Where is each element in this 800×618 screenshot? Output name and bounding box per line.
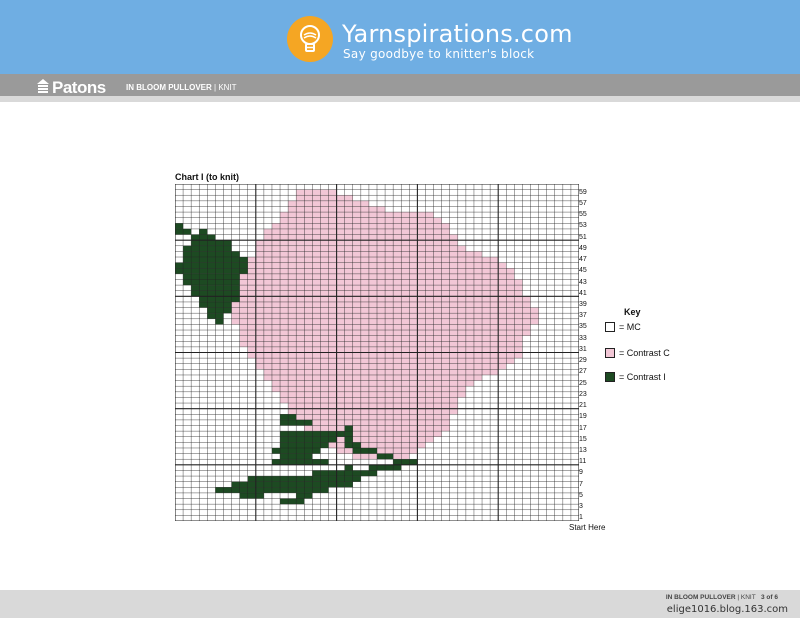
row-number: 7 [579,480,583,488]
footer-craft: KNIT [740,594,756,601]
contrast-c-stitch-block [239,290,523,297]
row-number: 47 [579,256,587,263]
contrast-c-stitch-block [239,335,523,342]
contrast-c-stitch-block [239,341,523,347]
contrast-i-stitch-block [344,481,353,488]
row-number: 59 [579,188,587,196]
contrast-i-stitch-block [344,464,353,471]
contrast-c-stitch-block [239,285,523,291]
contrast-i-stitch-block [280,436,337,443]
row-number: 5 [579,491,583,499]
contrast-c-stitch-block [263,228,450,235]
key-title: Key [624,307,641,317]
row-number: 21 [579,402,587,409]
row-number: 1 [579,514,583,522]
contrast-c-stitch-block [255,363,507,370]
row-number: 11 [579,458,587,466]
contrast-c-stitch-block [288,403,458,409]
row-number: 35 [579,323,587,331]
pattern-name: IN BLOOM PULLOVER [126,83,212,92]
key-swatch-contrast-i [605,372,615,382]
contrast-i-stitch-block [352,447,377,454]
key-label-contrast-c: = Contrast C [619,348,670,358]
row-number: 19 [579,413,587,421]
contrast-i-stitch-block [223,240,232,246]
contrast-i-stitch-block [175,268,248,274]
row-number: 27 [579,368,587,376]
contrast-i-stitch-block [183,273,240,280]
row-number: 31 [579,345,587,353]
row-number: 57 [579,199,587,207]
watermark: elige1016.blog.163.com [666,604,788,615]
row-number: 33 [579,334,587,342]
key-label-mc: = MC [619,322,641,332]
contrast-i-stitch-block [175,262,248,269]
brand-name: Patons [52,78,106,97]
contrast-c-stitch-block [296,414,450,420]
contrast-c-stitch-block [280,391,466,398]
contrast-i-stitch-block [215,318,224,325]
key-swatch-mc [605,322,615,332]
start-here-label: Start Here [569,523,606,532]
contrast-c-stitch-block [231,301,531,308]
lightbulb-yarn-icon[interactable] [287,16,333,62]
contrast-c-stitch-block [239,279,523,286]
contrast-c-stitch-block [247,268,515,274]
row-number: 25 [579,379,587,387]
row-number: 55 [579,211,587,219]
contrast-i-stitch-block [183,279,240,286]
row-number: 45 [579,267,587,275]
contrast-c-stitch-block [263,369,499,375]
key-label-contrast-i: = Contrast I [619,372,666,382]
contrast-c-stitch-block [296,195,353,201]
footer-page-number: 3 of 6 [761,594,778,601]
knitting-chart-grid [175,184,579,521]
pattern-craft: KNIT [218,83,237,92]
footer-pattern-name: IN BLOOM PULLOVER [665,594,736,601]
pattern-title: IN BLOOM PULLOVER | KNIT [126,83,237,92]
contrast-c-stitch-block [247,257,499,263]
key-swatch-contrast-c [605,348,615,358]
footer-page-info: IN BLOOM PULLOVER | KNIT 3 of 6 [665,594,778,601]
contrast-i-stitch-block [199,296,240,302]
row-number: 15 [579,435,587,443]
contrast-c-stitch-block [288,408,458,415]
row-number: 3 [579,503,583,511]
contrast-c-stitch-block [280,212,434,218]
contrast-i-stitch-block [344,425,353,443]
chart-title: Chart I (to knit) [175,172,239,182]
contrast-i-stitch-block [175,223,184,229]
row-number: 39 [579,300,587,308]
patons-logo-icon [37,79,49,93]
row-number: 51 [579,233,587,241]
row-number: 49 [579,244,587,252]
site-name[interactable]: Yarnspirations.com [342,20,573,48]
contrast-c-stitch-block [263,374,483,381]
contrast-i-stitch-block [199,228,208,235]
row-number: 9 [579,469,583,477]
row-number: 41 [579,289,587,297]
row-number: 53 [579,222,587,230]
contrast-i-stitch-block [191,234,216,241]
contrast-i-stitch-block [280,498,305,505]
site-tagline: Say goodbye to knitter's block [343,47,535,61]
row-number: 37 [579,312,587,320]
row-number: 23 [579,390,587,398]
contrast-i-stitch-block [239,492,264,499]
row-number: 13 [579,447,587,454]
contrast-i-stitch-block [207,307,232,314]
contrast-c-stitch-block [271,380,474,387]
contrast-i-stitch-block [271,459,329,465]
contrast-c-stitch-block [255,240,458,246]
pattern-header-divider [0,96,800,102]
contrast-i-stitch-block [183,251,240,258]
contrast-c-stitch-block [231,296,531,302]
row-number: 29 [579,357,587,365]
row-number: 17 [579,424,587,432]
contrast-i-stitch-block [393,459,418,465]
contrast-c-stitch-block [296,189,337,196]
row-number: 43 [579,278,587,286]
